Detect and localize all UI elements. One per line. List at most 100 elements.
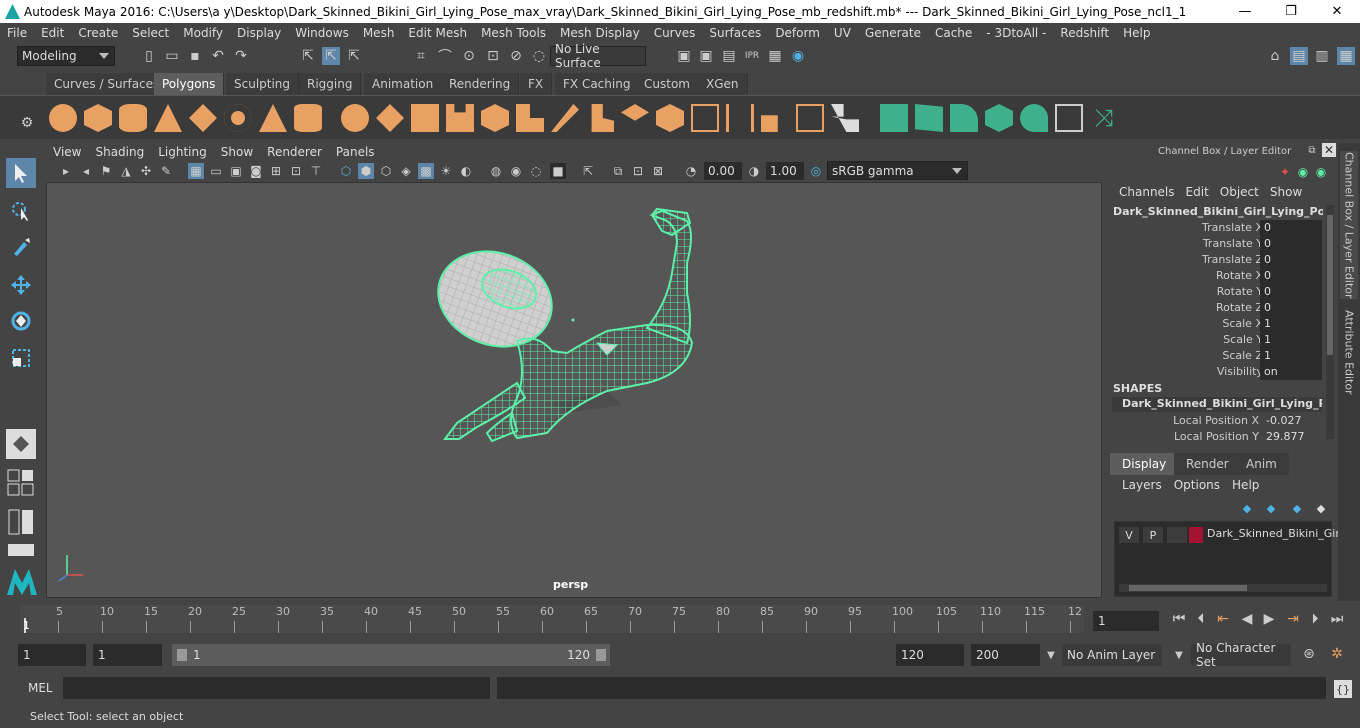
uv-editor-icon[interactable] [880,104,908,132]
layout-icon-1[interactable]: ▤ [1290,47,1308,65]
shelf-settings-icon[interactable]: ⚙ [18,114,36,132]
gamma-field[interactable]: 1.00 [766,162,804,180]
layer-tab-anim[interactable]: Anim [1234,453,1289,475]
snap-surface-icon[interactable]: ⊘ [507,47,525,65]
attr-scale-x[interactable]: Scale X 1 [1108,316,1323,332]
move-layer-up-icon[interactable]: ◆ [1288,499,1306,517]
live-surface-field[interactable]: No Live Surface [550,42,646,70]
safe-action-icon[interactable]: ⊡ [288,163,304,179]
step-forward-key-icon[interactable]: ⇥ [1284,610,1302,628]
exposure-icon[interactable]: ◔ [683,163,699,179]
undo-icon[interactable]: ↶ [209,47,227,65]
layout-four-icon[interactable] [6,467,36,499]
attr-rotate-y[interactable]: Rotate Y 0 [1108,284,1323,300]
shadows-icon[interactable]: ◐ [458,163,474,179]
poly-cone-icon[interactable] [154,104,182,132]
menu-3dtoall[interactable]: - 3DtoAll - [979,26,1053,40]
step-back-key-icon[interactable]: ⇤ [1214,610,1232,628]
layer-tab-render[interactable]: Render [1174,453,1241,475]
cb-menu-object[interactable]: Object [1209,185,1259,201]
poly-pyramid-icon[interactable] [259,104,287,132]
resolution-gate-icon[interactable]: ▣ [228,163,244,179]
cb-menu-channels[interactable]: Channels [1108,185,1175,201]
time-slider[interactable]: 5 10 15 20 25 30 35 40 45 50 55 60 65 70 75 80 85 90 95 100… [20,605,1084,633]
channel-speed-icon[interactable]: ◉ [1312,163,1330,181]
menu-uv[interactable]: UV [827,26,858,40]
select-component-icon[interactable]: ⇱ [345,47,363,65]
anti-aliasing-icon[interactable]: ◌ [528,163,544,179]
layer-color-swatch[interactable] [1189,527,1203,543]
attr-value[interactable]: 0 [1260,300,1322,316]
checker-icon[interactable] [1055,104,1083,132]
snap-grid-icon[interactable]: ⌗ [412,47,430,65]
close-panel-icon[interactable]: ✕ [1322,143,1336,157]
poly-pipe-icon[interactable] [294,104,322,132]
shape-name[interactable]: Dark_Skinned_Bikini_Girl_Lying_Pos... [1112,397,1322,412]
range-slider[interactable]: 1 120 [172,644,610,666]
anim-layer-field[interactable]: No Anim Layer [1062,644,1162,666]
playback-start-field[interactable]: 1 [93,644,162,666]
attr-rotate-z[interactable]: Rotate Z 0 [1108,300,1323,316]
snap-point-icon[interactable]: ⊙ [460,47,478,65]
playback-end-field[interactable]: 120 [896,644,964,666]
attr-scale-y[interactable]: Scale Y 1 [1108,332,1323,348]
unfold-uv-icon[interactable] [1020,104,1048,132]
anim-layer-dropdown-icon[interactable]: ▼ [1042,646,1060,664]
attr-value[interactable]: on [1260,364,1322,380]
animation-prefs-icon[interactable]: ✲ [1328,645,1346,663]
channel-box-scrollbar[interactable] [1326,205,1334,439]
shelf-tab-sculpting[interactable]: Sculpting [226,73,300,95]
layout-two-icon[interactable] [6,505,36,539]
poly-plane-icon[interactable] [189,104,217,132]
layout-single-icon[interactable] [6,429,36,459]
select-object-icon[interactable]: ⇱ [322,47,340,65]
step-back-icon[interactable]: ⏴ [1192,610,1210,628]
paint-select-icon[interactable] [6,232,36,262]
rotate-tool-icon[interactable] [6,306,36,336]
channel-manip-icon[interactable]: ◉ [1294,163,1312,181]
attr-scale-z[interactable]: Scale Z 1 [1108,348,1323,364]
auto-key-icon[interactable]: ⊛ [1300,645,1318,663]
step-forward-icon[interactable]: ⏵ [1306,610,1324,628]
menu-mesh[interactable]: Mesh [356,26,402,40]
menu-edit-mesh[interactable]: Edit Mesh [401,26,474,40]
channel-key-icon[interactable]: ✦ [1276,163,1294,181]
multicut-icon[interactable] [726,104,754,132]
grease-pencil-icon[interactable]: ✎ [158,163,174,179]
menu-create[interactable]: Create [71,26,125,40]
menu-curves[interactable]: Curves [647,26,703,40]
color-space-dropdown[interactable]: sRGB gamma [827,161,968,180]
scale-tool-icon[interactable] [6,343,36,373]
command-input[interactable] [63,677,490,699]
xray-icon[interactable]: ⧉ [610,163,626,179]
attr-visibility[interactable]: Visibility on [1108,364,1323,380]
cut-uv-icon[interactable]: ⤨ [1090,104,1118,132]
camera-attributes-icon[interactable]: ▸ [58,163,74,179]
shelf-tab-curves-surfaces[interactable]: Curves / Surfaces [46,73,169,95]
field-chart-icon[interactable]: ⊞ [268,163,284,179]
smooth-icon[interactable] [446,104,474,132]
depth-of-field-icon[interactable]: ■ [550,163,566,179]
bevel-icon[interactable] [656,104,684,132]
safe-title-icon[interactable]: ⊤ [308,163,324,179]
go-to-start-icon[interactable]: ⏮ [1170,610,1188,628]
target-weld-icon[interactable] [761,115,778,132]
object-name[interactable]: Dark_Skinned_Bikini_Girl_Lying_Pose_... [1113,205,1323,218]
redo-icon[interactable]: ↷ [232,47,250,65]
shelf-tab-custom[interactable]: Custom [636,73,699,95]
menu-generate[interactable]: Generate [858,26,928,40]
character-set-dropdown-icon[interactable]: ▼ [1170,646,1188,664]
hypershade-icon[interactable]: ◉ [789,47,807,65]
go-to-end-icon[interactable]: ⏭ [1328,610,1346,628]
lasso-tool-icon[interactable] [6,196,36,226]
menu-windows[interactable]: Windows [288,26,356,40]
attr-value[interactable]: 0 [1260,252,1322,268]
wireframe-on-shaded-icon[interactable]: ⬡ [378,163,394,179]
shelf-tab-rendering[interactable]: Rendering [441,73,520,95]
layer-menu-layers[interactable]: Layers [1110,478,1162,496]
isolate-select-icon[interactable]: ⇱ [580,163,596,179]
new-scene-icon[interactable]: ▯ [140,47,158,65]
layer-list-scrollbar[interactable] [1119,584,1327,592]
menu-help[interactable]: Help [1116,26,1157,40]
sculpt-icon[interactable] [551,104,579,132]
